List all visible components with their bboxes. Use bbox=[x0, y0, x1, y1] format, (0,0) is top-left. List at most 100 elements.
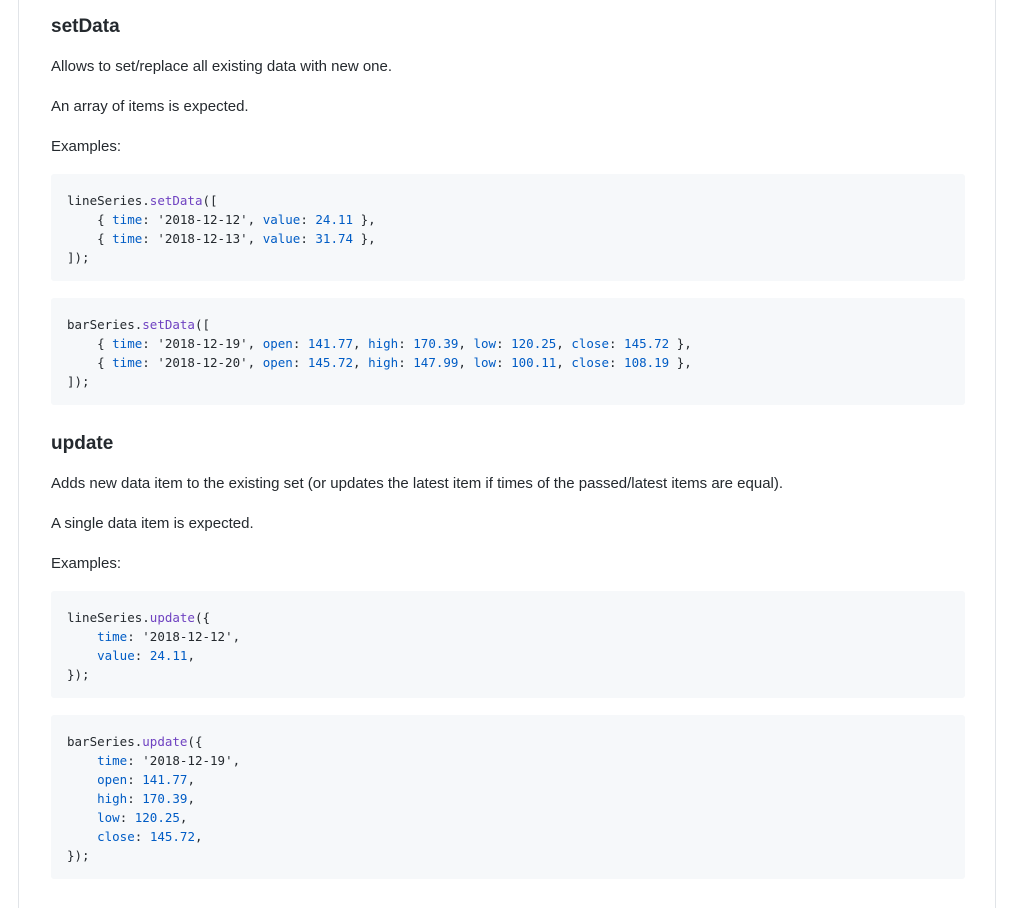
code-token-plain: , bbox=[556, 355, 572, 370]
code-token-num: 170.39 bbox=[413, 336, 459, 351]
code-line: ]); bbox=[67, 248, 949, 267]
code-line: ]); bbox=[67, 372, 949, 391]
code-token-plain: : bbox=[127, 753, 143, 768]
code-block-update-bar[interactable]: barSeries.update({ time: '2018-12-19', o… bbox=[51, 715, 965, 879]
code-line: barSeries.setData([ bbox=[67, 315, 949, 334]
heading-setdata: setData bbox=[51, 16, 120, 37]
code-token-key: value bbox=[262, 231, 301, 246]
code-token-num: 147.99 bbox=[413, 355, 459, 370]
setdata-expected: An array of items is expected. bbox=[51, 98, 249, 115]
code-token-plain: }, bbox=[669, 355, 692, 370]
code-token-plain: : bbox=[496, 336, 512, 351]
code-token-key: high bbox=[97, 791, 128, 806]
code-line: }); bbox=[67, 665, 949, 684]
code-token-plain: { bbox=[67, 231, 113, 246]
code-token-str: '2018-12-19' bbox=[142, 753, 233, 768]
code-token-key: time bbox=[97, 629, 128, 644]
code-token-plain: , bbox=[194, 829, 203, 844]
code-token-plain: }, bbox=[353, 231, 376, 246]
code-block-setdata-bar[interactable]: barSeries.setData([ { time: '2018-12-19'… bbox=[51, 298, 965, 405]
code-token-fn: setData bbox=[142, 317, 195, 332]
code-line: open: 141.77, bbox=[67, 770, 949, 789]
code-token-plain: , bbox=[458, 336, 474, 351]
code-line: { time: '2018-12-19', open: 141.77, high… bbox=[67, 334, 949, 353]
code-token-plain: }); bbox=[67, 667, 90, 682]
code-token-plain: ]); bbox=[67, 250, 90, 265]
code-token-key: close bbox=[97, 829, 135, 844]
code-token-plain: : bbox=[127, 629, 143, 644]
code-token-plain: , bbox=[232, 629, 241, 644]
code-line: time: '2018-12-12', bbox=[67, 627, 949, 646]
code-token-key: value bbox=[97, 648, 135, 663]
code-token-plain: : bbox=[300, 231, 316, 246]
code-line: lineSeries.update({ bbox=[67, 608, 949, 627]
code-token-key: low bbox=[473, 336, 497, 351]
update-description: Adds new data item to the existing set (… bbox=[51, 475, 784, 492]
code-token-plain: : bbox=[142, 336, 158, 351]
code-token-num: 24.11 bbox=[149, 648, 188, 663]
code-token-plain: barSeries. bbox=[67, 734, 143, 749]
code-token-plain: : bbox=[398, 336, 414, 351]
code-token-key: time bbox=[112, 336, 143, 351]
code-token-key: close bbox=[571, 355, 609, 370]
code-token-plain: : bbox=[398, 355, 414, 370]
code-token-key: high bbox=[368, 336, 399, 351]
code-token-plain: : bbox=[119, 810, 135, 825]
code-token-key: open bbox=[97, 772, 128, 787]
code-token-plain: { bbox=[67, 336, 113, 351]
code-token-num: 24.11 bbox=[315, 212, 354, 227]
code-token-plain: { bbox=[67, 212, 113, 227]
code-token-num: 120.25 bbox=[134, 810, 180, 825]
code-block-update-line[interactable]: lineSeries.update({ time: '2018-12-12', … bbox=[51, 591, 965, 698]
code-line: { time: '2018-12-12', value: 24.11 }, bbox=[67, 210, 949, 229]
code-token-key: low bbox=[473, 355, 497, 370]
code-token-plain: barSeries. bbox=[67, 317, 143, 332]
code-token-plain: lineSeries. bbox=[67, 193, 150, 208]
code-token-plain: ({ bbox=[194, 610, 211, 625]
code-token-num: 141.77 bbox=[142, 772, 188, 787]
code-token-plain: , bbox=[187, 648, 195, 663]
code-token-key: high bbox=[368, 355, 399, 370]
code-token-num: 108.19 bbox=[624, 355, 670, 370]
code-token-plain: , bbox=[179, 810, 188, 825]
code-token-key: time bbox=[112, 231, 143, 246]
code-token-fn: update bbox=[142, 734, 188, 749]
code-line: { time: '2018-12-13', value: 31.74 }, bbox=[67, 229, 949, 248]
code-token-str: '2018-12-13' bbox=[157, 231, 248, 246]
update-examples-label: Examples: bbox=[51, 555, 122, 572]
code-token-plain: : bbox=[608, 355, 625, 370]
code-token-num: 120.25 bbox=[511, 336, 557, 351]
code-token-plain: , bbox=[247, 355, 263, 370]
code-token-plain: , bbox=[187, 791, 195, 806]
code-token-key: close bbox=[571, 336, 609, 351]
code-token-str: '2018-12-12' bbox=[157, 212, 248, 227]
code-token-key: open bbox=[262, 355, 293, 370]
code-token-num: 145.72 bbox=[149, 829, 195, 844]
code-line: lineSeries.setData([ bbox=[67, 191, 949, 210]
code-block-setdata-line[interactable]: lineSeries.setData([ { time: '2018-12-12… bbox=[51, 174, 965, 281]
code-token-plain: ([ bbox=[202, 193, 218, 208]
code-line: barSeries.update({ bbox=[67, 732, 949, 751]
code-token-plain: , bbox=[353, 355, 369, 370]
code-token-num: 31.74 bbox=[315, 231, 354, 246]
code-line: high: 170.39, bbox=[67, 789, 949, 808]
code-token-plain: , bbox=[247, 336, 263, 351]
setdata-description: Allows to set/replace all existing data … bbox=[51, 58, 393, 75]
code-token-num: 141.77 bbox=[307, 336, 354, 351]
code-token-fn: update bbox=[149, 610, 195, 625]
code-token-key: value bbox=[262, 212, 301, 227]
code-token-plain: : bbox=[608, 336, 625, 351]
code-token-key: time bbox=[97, 753, 128, 768]
code-line: time: '2018-12-19', bbox=[67, 751, 949, 770]
code-token-plain: , bbox=[458, 355, 474, 370]
code-token-key: open bbox=[262, 336, 293, 351]
code-token-plain: { bbox=[67, 355, 113, 370]
update-expected: A single data item is expected. bbox=[51, 515, 254, 532]
code-token-plain: : bbox=[127, 791, 143, 806]
code-token-key: time bbox=[112, 212, 143, 227]
